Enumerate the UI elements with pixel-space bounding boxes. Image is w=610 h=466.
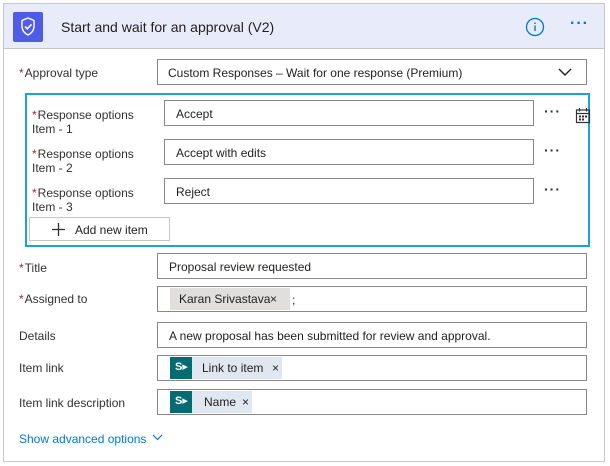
remove-token-icon[interactable]: × (272, 361, 279, 375)
sharepoint-icon: S▸ (170, 391, 192, 413)
add-new-item-button[interactable]: Add new item (29, 217, 170, 241)
card-header[interactable]: Start and wait for an approval (V2) ··· (4, 4, 604, 49)
show-advanced-options-link[interactable]: Show advanced options (19, 432, 163, 446)
response-option-label-3: *Response options Item - 3 (32, 186, 134, 214)
plus-icon (52, 223, 65, 236)
link-to-item-token[interactable]: S▸ Link to item × (170, 357, 282, 379)
response-option-more-2[interactable]: ··· (544, 142, 561, 158)
response-option-input-2[interactable]: Accept with edits (164, 139, 534, 165)
approval-type-dropdown[interactable]: Custom Responses – Wait for one response… (157, 59, 587, 85)
item-link-label: Item link (19, 361, 64, 375)
remove-token-icon[interactable]: × (242, 395, 249, 409)
response-option-more-3[interactable]: ··· (544, 181, 561, 197)
details-label: Details (19, 329, 56, 343)
action-title: Start and wait for an approval (V2) (61, 19, 275, 35)
more-options-icon[interactable]: ··· (570, 15, 589, 33)
title-label: *Title (19, 261, 47, 275)
assignee-separator: ; (292, 293, 296, 307)
response-options-group: *Response options Item - 1 Accept ··· *R… (25, 93, 591, 247)
approval-icon (13, 12, 43, 42)
response-option-label-1: *Response options Item - 1 (32, 108, 134, 136)
details-input[interactable]: A new proposal has been submitted for re… (157, 322, 587, 348)
response-option-input-1[interactable]: Accept (164, 100, 534, 126)
response-option-more-1[interactable]: ··· (544, 103, 561, 119)
approval-type-label: *Approval type (19, 66, 99, 80)
item-link-input[interactable]: S▸ Link to item × (157, 355, 587, 381)
item-link-description-label: Item link description (19, 396, 126, 410)
response-option-label-2: *Response options Item - 2 (32, 147, 134, 175)
assignee-token[interactable]: Karan Srivastava × (170, 288, 290, 310)
info-icon[interactable] (525, 17, 545, 37)
required-mark: * (19, 66, 24, 80)
dynamic-content-icon[interactable] (575, 107, 591, 124)
assigned-to-input[interactable]: Karan Srivastava × ; (157, 286, 587, 312)
response-option-input-3[interactable]: Reject (164, 178, 534, 204)
remove-token-icon[interactable]: × (270, 292, 277, 306)
add-new-item-label: Add new item (75, 223, 148, 237)
title-input[interactable]: Proposal review requested (157, 253, 587, 279)
item-link-description-input[interactable]: S▸ Name × (157, 389, 587, 415)
sharepoint-icon: S▸ (170, 357, 192, 379)
name-token[interactable]: S▸ Name × (170, 391, 252, 413)
chevron-down-icon (558, 68, 572, 76)
chevron-down-icon (152, 434, 163, 441)
approval-action-card: Start and wait for an approval (V2) ··· … (3, 3, 605, 462)
assigned-to-label: *Assigned to (19, 292, 88, 306)
approval-type-value: Custom Responses – Wait for one response… (168, 66, 463, 80)
